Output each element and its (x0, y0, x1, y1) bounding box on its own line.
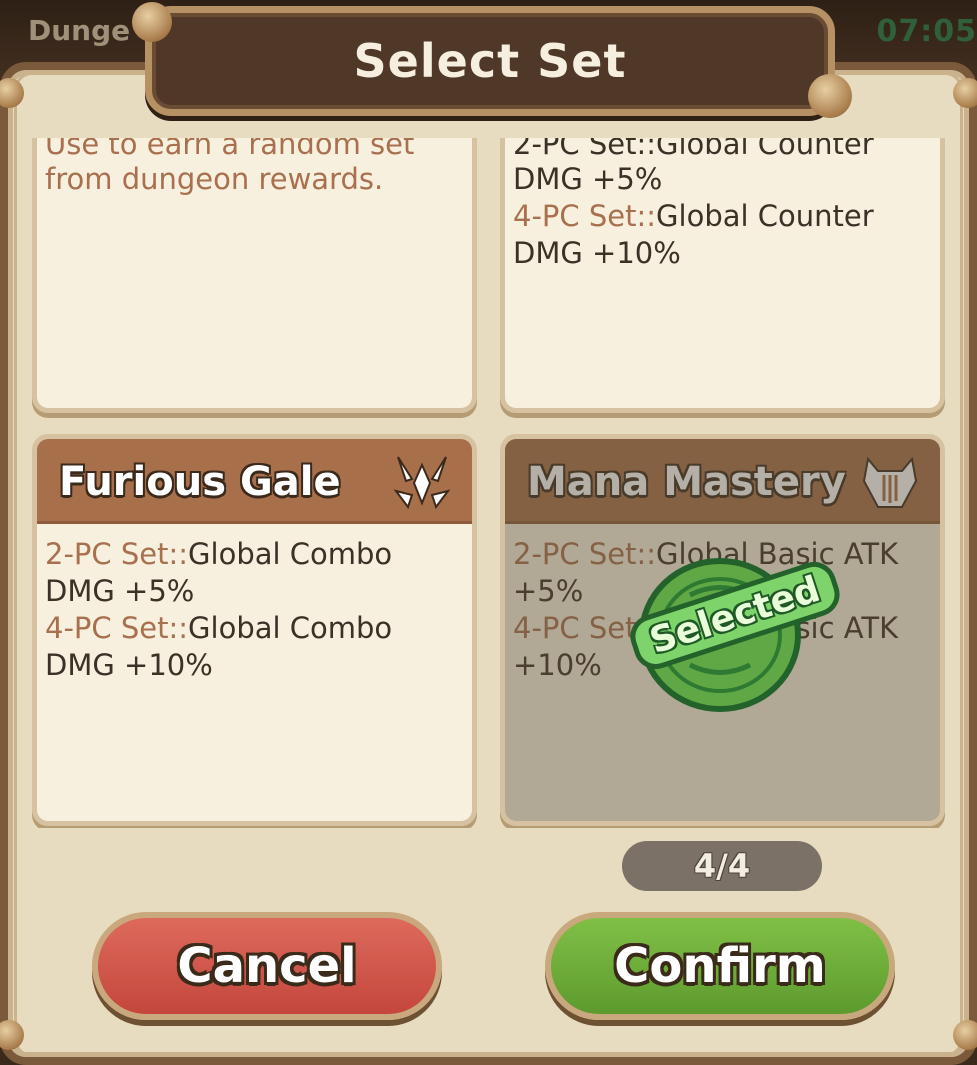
set-list[interactable]: Use to earn a random set from dungeon re… (32, 138, 948, 828)
card-partial-line: Use to earn a random set (45, 138, 415, 161)
corner-knob-icon (953, 1020, 977, 1050)
card-description: from dungeon rewards. (45, 162, 384, 196)
cancel-button-label: Cancel (177, 938, 357, 994)
card-bonus4-tail: DMG +10% (513, 236, 681, 270)
set-name: Furious Gale (59, 459, 341, 505)
bonus2-key: 2-PC Set:: (45, 537, 189, 571)
card-header: Furious Gale (37, 439, 472, 524)
bonus4-key: 4-PC Set:: (45, 611, 189, 645)
plaque-knob-icon (808, 74, 852, 118)
bonus4-key: 4-PC Set:: (513, 199, 657, 233)
card-bonus4-line: 4-PC Set::Global Counter (505, 198, 940, 235)
card-bonus2-line: 2-PC Set::Global Combo (37, 536, 472, 573)
set-card-furious-gale[interactable]: Furious Gale 2-PC Set::Global Combo DMG … (32, 434, 477, 826)
set-name: Mana Mastery (527, 459, 846, 505)
confirm-button[interactable]: Confirm (545, 912, 895, 1020)
dialog-title-plaque: Select Set (145, 6, 835, 116)
bonus4-value: Global Combo (188, 611, 393, 645)
card-line-dmg5: DMG +5% (513, 162, 663, 196)
bonus4-value: Global Counter (656, 199, 874, 233)
corner-knob-icon (953, 78, 977, 108)
top-left-label: Dunge (28, 14, 131, 47)
selection-counter: 4/4 (622, 841, 822, 891)
confirm-button-label: Confirm (614, 938, 826, 994)
clock-label: 07:05 (876, 14, 977, 49)
set-card-random[interactable]: Use to earn a random set from dungeon re… (32, 138, 477, 413)
card-bonus4-tail: DMG +10% (45, 648, 213, 682)
card-bonus4-line: 4-PC Set::Global Combo (37, 610, 472, 647)
card-bonus2-tail: DMG +5% (45, 574, 195, 608)
horned-mask-icon (862, 456, 918, 508)
set-card-counter[interactable]: 2-PC Set::Global Counter DMG +5% 4-PC Se… (500, 138, 945, 413)
cancel-button[interactable]: Cancel (92, 912, 442, 1020)
card-header: Mana Mastery (505, 439, 940, 524)
plaque-knob-icon (132, 2, 172, 42)
dialog-title: Select Set (353, 34, 627, 88)
bonus2-value: Global Combo (188, 537, 393, 571)
claw-icon (393, 456, 451, 510)
card-partial-line: 2-PC Set::Global Counter (513, 138, 874, 161)
